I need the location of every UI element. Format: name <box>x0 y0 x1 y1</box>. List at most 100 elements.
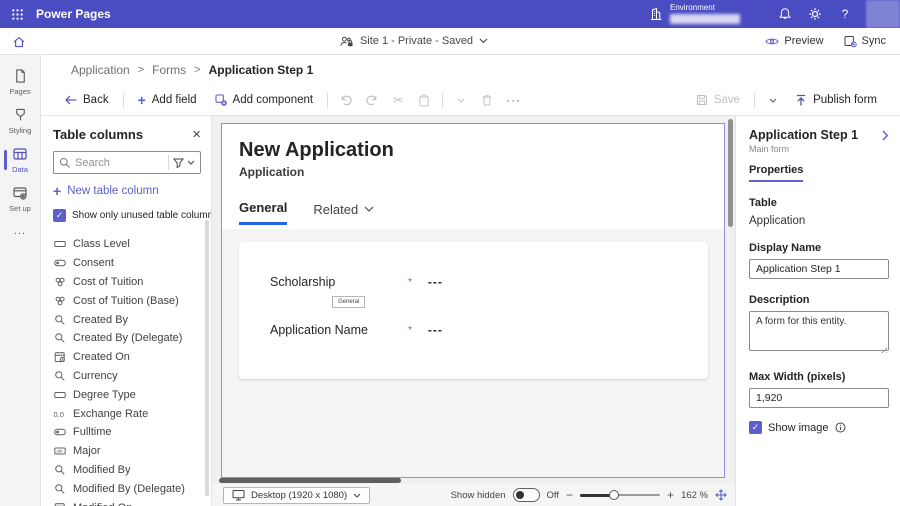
table-column-item[interactable]: Created On <box>53 348 211 367</box>
zoom-in-button[interactable]: + <box>667 489 674 501</box>
sidebar-item-set-up[interactable]: Set up <box>0 180 40 219</box>
zoom-out-button[interactable]: − <box>566 489 573 501</box>
device-select[interactable]: Desktop (1920 x 1080) <box>223 486 371 504</box>
help-button[interactable]: ? <box>830 0 860 28</box>
back-arrow-icon <box>64 95 77 105</box>
max-width-label: Max Width (pixels) <box>749 371 846 383</box>
lookup-icon <box>53 332 66 344</box>
panel-scrollbar[interactable] <box>205 220 209 496</box>
page-icon <box>13 68 28 84</box>
display-name-input[interactable] <box>749 259 889 279</box>
redo-button[interactable] <box>363 85 381 115</box>
save-button[interactable]: Save <box>687 94 749 106</box>
close-panel-button[interactable]: × <box>192 127 201 142</box>
add-component-button[interactable]: Add component <box>206 85 323 115</box>
styling-icon <box>13 107 28 123</box>
fit-to-screen-icon[interactable] <box>715 489 727 501</box>
settings-button[interactable] <box>800 0 830 28</box>
account-menu[interactable] <box>866 0 900 28</box>
properties-panel: Application Step 1 Main form Properties … <box>735 116 900 506</box>
table-column-item[interactable]: Cost of Tuition (Base) <box>53 291 211 310</box>
environment-picker[interactable]: Environment <box>649 4 740 24</box>
info-icon[interactable] <box>835 422 846 433</box>
table-column-item[interactable]: Modified On <box>53 498 211 506</box>
lookup-icon <box>53 370 66 382</box>
table-column-item[interactable]: Created By <box>53 310 211 329</box>
publish-form-button[interactable]: Publish form <box>786 94 886 106</box>
save-icon <box>696 94 708 106</box>
preview-button[interactable]: Preview <box>765 35 824 47</box>
new-table-column-button[interactable]: + New table column <box>53 184 211 198</box>
form-field-row[interactable]: Scholarship * --- <box>270 267 708 297</box>
zoom-slider[interactable] <box>580 489 661 501</box>
site-status-label: Site 1 - Private - Saved <box>359 35 474 47</box>
sidebar-item-data[interactable]: Data <box>0 141 40 180</box>
required-asterisk: * <box>408 324 412 336</box>
table-column-item[interactable]: Cost of Tuition <box>53 273 211 292</box>
add-field-label: Add field <box>151 94 197 106</box>
site-status[interactable]: Site 1 - Private - Saved <box>340 35 488 47</box>
table-column-item[interactable]: Modified By <box>53 461 211 480</box>
tab-properties[interactable]: Properties <box>749 164 804 182</box>
show-hidden-toggle[interactable] <box>512 488 540 502</box>
svg-text:abc: abc <box>56 449 63 454</box>
form-subtitle: Application <box>239 165 305 179</box>
delete-button[interactable] <box>478 85 496 115</box>
toggle-icon <box>53 426 66 438</box>
notifications-button[interactable] <box>770 0 800 28</box>
show-unused-label: Show only unused table columns <box>72 210 212 221</box>
waffle-menu-icon[interactable] <box>0 0 34 28</box>
breadcrumb-item[interactable]: Forms <box>152 63 186 77</box>
tab-related[interactable]: Related <box>313 200 374 225</box>
show-image-checkbox[interactable] <box>749 421 762 434</box>
description-label: Description <box>749 294 810 306</box>
undo-button[interactable] <box>337 85 355 115</box>
table-column-item[interactable]: Fulltime <box>53 423 211 442</box>
cut-button[interactable]: ✂ <box>389 85 407 115</box>
toolbar-more-button[interactable]: ··· <box>500 93 527 107</box>
table-column-item[interactable]: Degree Type <box>53 385 211 404</box>
optionset-icon <box>53 389 66 401</box>
save-options-chevron-icon[interactable] <box>764 98 782 103</box>
form-field-row[interactable]: Application Name * --- <box>270 315 708 345</box>
chevron-right-icon[interactable] <box>882 130 889 141</box>
show-image-label: Show image <box>768 421 829 434</box>
description-textarea[interactable]: A form for this entity. <box>749 311 889 351</box>
sidebar-item-pages[interactable]: Pages <box>0 63 40 102</box>
home-button[interactable] <box>0 28 38 54</box>
horizontal-scrollbar-thumb[interactable] <box>219 478 401 483</box>
paste-options-chevron-icon[interactable] <box>452 85 470 115</box>
section-chip[interactable]: General <box>332 296 366 308</box>
max-width-input[interactable] <box>749 388 889 408</box>
canvas-vertical-scrollbar[interactable] <box>728 119 733 227</box>
table-column-item[interactable]: Consent <box>53 254 211 273</box>
table-column-item[interactable]: 0.0 Exchange Rate <box>53 404 211 423</box>
table-column-item[interactable]: Modified By (Delegate) <box>53 479 211 498</box>
table-column-item[interactable]: Class Level <box>53 235 211 254</box>
show-unused-checkbox[interactable] <box>53 209 66 222</box>
site-bar: Site 1 - Private - Saved Preview Sync <box>0 28 900 55</box>
sync-button[interactable]: Sync <box>844 35 886 48</box>
search-icon <box>59 157 71 169</box>
table-column-item[interactable]: Created By (Delegate) <box>53 329 211 348</box>
add-field-button[interactable]: + Add field <box>129 85 206 115</box>
nav-rail-more-button[interactable]: ... <box>14 225 26 237</box>
sidebar-item-styling[interactable]: Styling <box>0 102 40 141</box>
app-title: Power Pages <box>36 7 111 21</box>
paste-button[interactable] <box>415 85 433 115</box>
properties-title: Application Step 1 <box>749 128 859 142</box>
breadcrumb-item[interactable]: Application Step 1 <box>209 63 314 77</box>
data-icon <box>12 146 28 162</box>
table-column-item[interactable]: abc Major <box>53 442 211 461</box>
lookup-icon <box>53 314 66 326</box>
tab-related-label: Related <box>313 201 359 217</box>
filter-button[interactable] <box>173 158 195 168</box>
search-input[interactable] <box>75 156 164 169</box>
back-button[interactable]: Back <box>55 85 118 115</box>
breadcrumb-item[interactable]: Application <box>71 63 130 77</box>
tab-general[interactable]: General <box>239 200 288 225</box>
form-surface[interactable]: New Application Application General Rela… <box>221 123 725 478</box>
zoom-slider-thumb[interactable] <box>608 489 619 500</box>
breadcrumb: Application > Forms > Application Step 1 <box>41 55 900 85</box>
table-column-item[interactable]: Currency <box>53 367 211 386</box>
